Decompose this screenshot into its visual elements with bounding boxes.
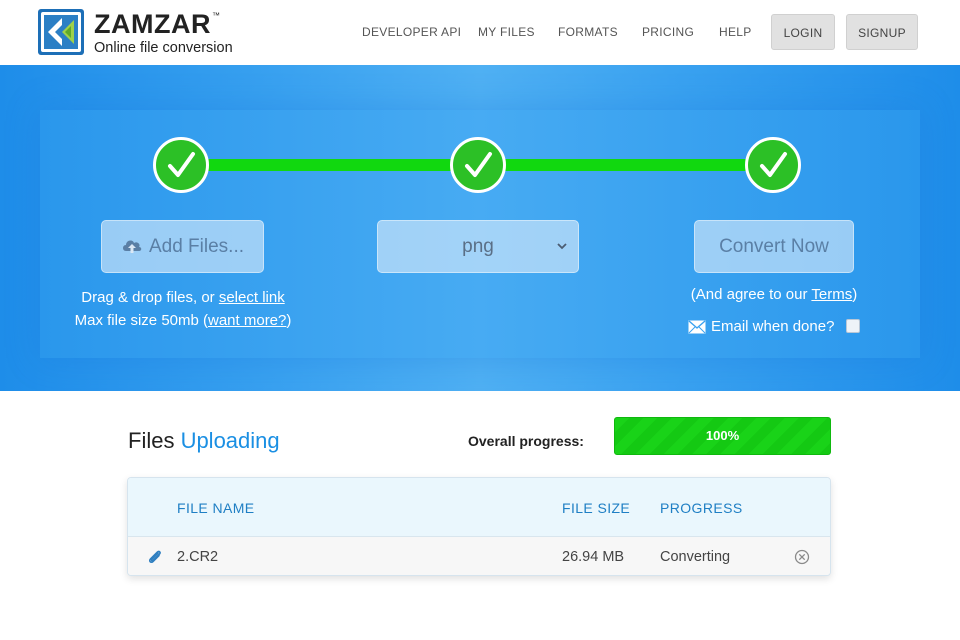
- overall-progress-label: Overall progress:: [468, 433, 584, 449]
- agree-label: (And agree to our: [690, 286, 812, 303]
- cloud-upload-icon: [122, 240, 142, 253]
- files-table: FILE NAME FILE SIZE PROGRESS 2.CR2 26.94…: [127, 477, 831, 576]
- overall-progress-bar: 100%: [614, 417, 831, 455]
- add-files-label: Add Files...: [148, 236, 245, 257]
- nav-help[interactable]: HELP: [719, 0, 752, 65]
- chevron-down-icon: [557, 243, 567, 250]
- brand-name: ZAMZAR: [94, 9, 211, 39]
- step-3-complete: [745, 137, 801, 193]
- step-1-complete: [153, 137, 209, 193]
- agree-terms-text: (And agree to our Terms): [664, 284, 884, 306]
- agree-suffix: ): [852, 286, 858, 303]
- trademark: ™: [212, 11, 220, 20]
- signup-button[interactable]: SIGNUP: [846, 14, 918, 50]
- file-status: Converting: [660, 549, 731, 565]
- max-size-suffix: ): [286, 312, 292, 329]
- files-title-prefix: Files: [128, 428, 181, 453]
- zamzar-logo-icon: [38, 9, 84, 55]
- zamzar-logo[interactable]: ZAMZAR ™ Online file conversion: [38, 9, 258, 57]
- check-icon: [465, 152, 492, 177]
- files-uploading-title: Files Uploading: [128, 428, 280, 454]
- file-name: 2.CR2: [177, 549, 219, 565]
- file-size: 26.94 MB: [562, 549, 625, 565]
- drag-drop-text: Drag & drop files, or select link: [60, 287, 306, 309]
- add-files-button[interactable]: Add Files...: [101, 220, 264, 273]
- email-when-done-checkbox[interactable]: [846, 319, 860, 333]
- column-file-name: FILE NAME: [177, 500, 255, 516]
- overall-progress-value: 100%: [705, 428, 740, 443]
- email-when-done-label: Email when done?: [711, 318, 835, 335]
- max-size-label: Max file size 50mb (: [74, 312, 208, 329]
- files-title-accent: Uploading: [180, 428, 280, 453]
- step-connector-1: [208, 159, 458, 171]
- column-progress: PROGRESS: [660, 500, 743, 516]
- format-select[interactable]: png: [377, 220, 579, 273]
- max-size-text: Max file size 50mb (want more?): [60, 310, 306, 332]
- select-link[interactable]: select link: [219, 289, 285, 306]
- envelope-icon: [688, 320, 706, 334]
- table-row: 2.CR2 26.94 MB Converting: [128, 537, 830, 575]
- column-file-size: FILE SIZE: [562, 500, 631, 516]
- header: ZAMZAR ™ Online file conversion DEVELOPE…: [0, 0, 960, 65]
- nav-my-files[interactable]: MY FILES: [478, 0, 535, 65]
- step-connector-2: [503, 159, 753, 171]
- brand-tagline: Online file conversion: [94, 40, 233, 56]
- drag-drop-label: Drag & drop files, or: [81, 289, 219, 306]
- files-table-header: FILE NAME FILE SIZE PROGRESS: [128, 478, 830, 537]
- nav-developer-api[interactable]: DEVELOPER API: [362, 0, 461, 65]
- check-icon: [760, 152, 787, 177]
- converter-hero: Add Files... png Convert Now Drag & drop…: [0, 65, 960, 391]
- paperclip-icon: [148, 550, 161, 564]
- remove-file-icon[interactable]: [794, 549, 810, 565]
- convert-now-button[interactable]: Convert Now: [694, 220, 854, 273]
- step-2-complete: [450, 137, 506, 193]
- login-button[interactable]: LOGIN: [771, 14, 835, 50]
- nav-formats[interactable]: FORMATS: [558, 0, 618, 65]
- format-select-value: png: [462, 236, 494, 257]
- terms-link[interactable]: Terms: [811, 286, 852, 303]
- nav-pricing[interactable]: PRICING: [642, 0, 694, 65]
- want-more-link[interactable]: want more?: [208, 312, 286, 329]
- check-icon: [168, 152, 195, 177]
